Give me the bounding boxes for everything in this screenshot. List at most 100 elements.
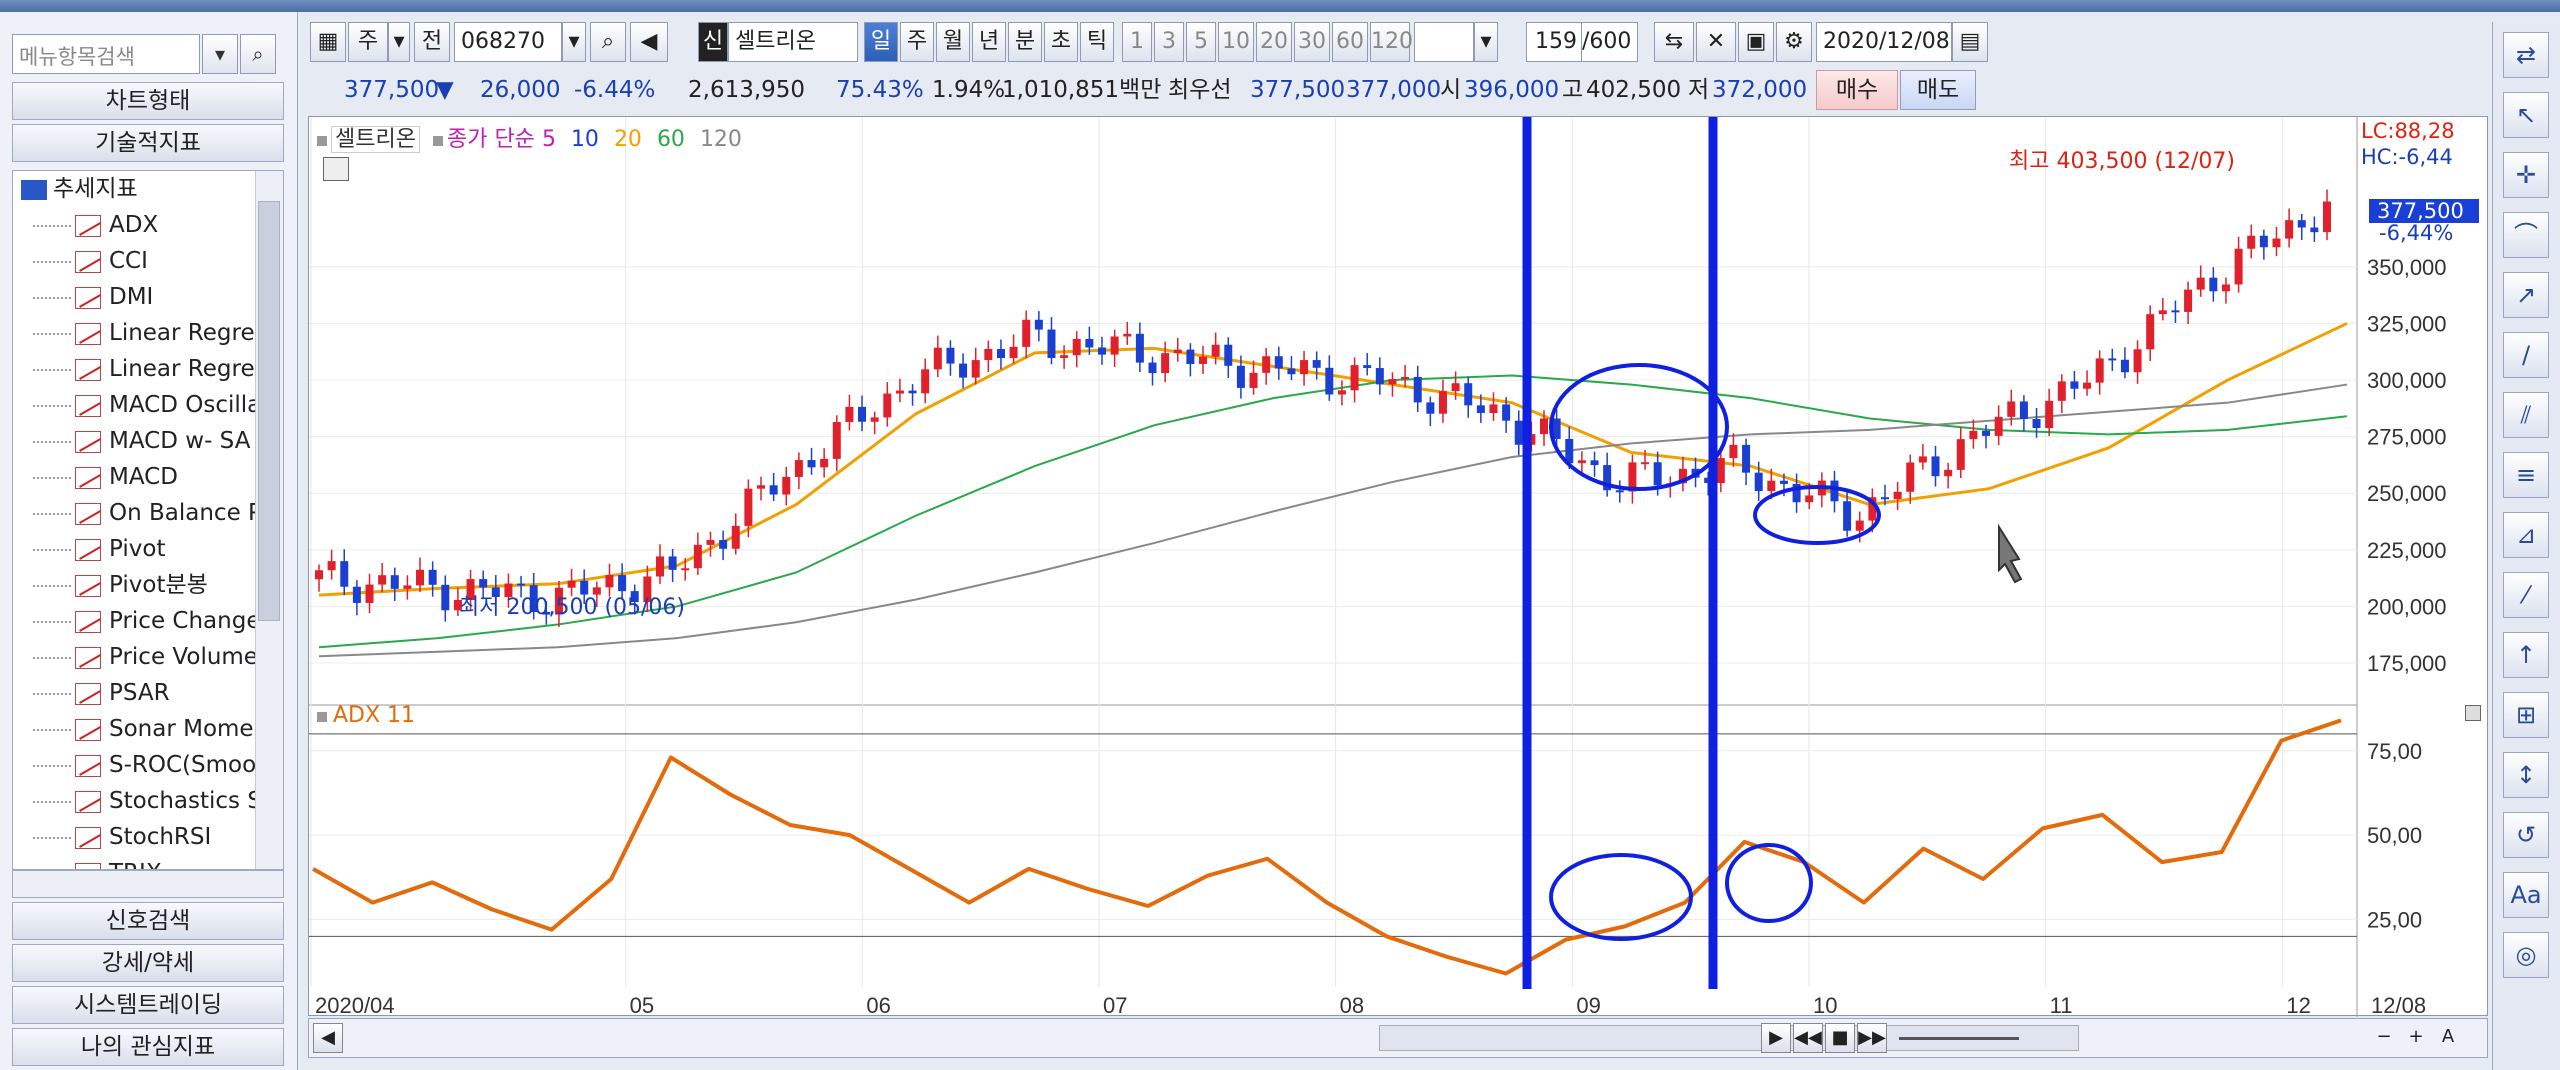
tree-item[interactable]: S-ROC(Smoo xyxy=(13,747,263,783)
text-a-icon[interactable]: A xyxy=(2433,1023,2463,1053)
save-icon[interactable]: ▣ xyxy=(1738,22,1774,62)
x-tick-label: 12 xyxy=(2286,993,2310,1017)
play-icon[interactable]: ▶ xyxy=(1761,1023,1791,1053)
zoom-plus-icon[interactable]: + xyxy=(2401,1023,2431,1053)
cross-icon[interactable]: ⇄ xyxy=(2503,32,2549,78)
dropdown-icon[interactable]: ▾ xyxy=(202,34,238,74)
tree-item[interactable]: CCI xyxy=(13,243,263,279)
globe-icon[interactable]: ◎ xyxy=(2503,932,2549,978)
num-30[interactable]: 30 xyxy=(1294,22,1330,62)
compare-icon[interactable]: ✕ xyxy=(1696,22,1736,62)
interval-tick[interactable]: 틱 xyxy=(1080,22,1114,62)
panel-close-icon[interactable] xyxy=(2465,705,2481,721)
tree-item[interactable]: MACD xyxy=(13,459,263,495)
tree-item[interactable]: PSAR xyxy=(13,675,263,711)
stock-code-input[interactable]: 068270 xyxy=(454,22,562,62)
interval-year[interactable]: 년 xyxy=(972,22,1006,62)
table-icon[interactable] xyxy=(323,157,349,181)
num-120[interactable]: 120 xyxy=(1370,22,1413,62)
strength-button[interactable]: 강세/약세 xyxy=(12,944,284,982)
chart-area[interactable]: 350,000 325,000 300,000 275,000 250,000 225,0… xyxy=(308,116,2489,1017)
tree-item[interactable]: Price Change xyxy=(13,603,263,639)
line-icon[interactable]: ⌒ xyxy=(2503,212,2549,258)
forward-icon[interactable]: ▶▶ xyxy=(1857,1023,1887,1053)
signal-search-button[interactable]: 신호검색 xyxy=(12,902,284,940)
reset-icon[interactable]: ↺ xyxy=(2503,812,2549,858)
interval-month[interactable]: 월 xyxy=(936,22,970,62)
tree-item[interactable]: ADX xyxy=(13,207,263,243)
chart-type-header[interactable]: 차트형태 xyxy=(12,82,284,120)
text-icon[interactable]: Aa xyxy=(2503,872,2549,918)
tree-item[interactable]: Pivot분봉 xyxy=(13,567,263,603)
stock-name-field[interactable]: 셀트리온 xyxy=(728,22,858,62)
tree-item[interactable]: DMI xyxy=(13,279,263,315)
num-1[interactable]: 1 xyxy=(1122,22,1152,62)
gann-icon[interactable]: ⊿ xyxy=(2503,512,2549,558)
custom-dropdown-icon[interactable]: ▾ xyxy=(1474,22,1498,62)
sell-button[interactable]: 매도 xyxy=(1900,70,1976,110)
num-60[interactable]: 60 xyxy=(1332,22,1368,62)
zoom-slider[interactable] xyxy=(1899,1037,2019,1040)
tree-item[interactable]: Pivot xyxy=(13,531,263,567)
ray-icon[interactable]: / xyxy=(2503,332,2549,378)
search-icon[interactable]: ⌕ xyxy=(240,34,276,74)
tree-item[interactable]: Price Volume xyxy=(13,639,263,675)
tree-connector xyxy=(33,728,71,731)
tree-scroll-thumb[interactable] xyxy=(258,201,280,621)
arrow-icon[interactable]: ↑ xyxy=(2503,632,2549,678)
period-button[interactable]: 주 xyxy=(348,22,388,62)
chart-scroll-nav[interactable]: ◀ ▶ ◀◀ ■ ▶▶ − + A xyxy=(308,1018,2488,1058)
legend-square-icon xyxy=(317,136,327,146)
tree-item[interactable]: TRIX xyxy=(13,855,263,869)
chart-svg[interactable]: 350,000 325,000 300,000 275,000 250,000 225,0… xyxy=(309,117,2489,1017)
gear-icon[interactable]: ⚙ xyxy=(1776,22,1812,62)
num-10[interactable]: 10 xyxy=(1218,22,1254,62)
prev-button[interactable]: 전 xyxy=(414,22,450,62)
period-dropdown-icon[interactable]: ▾ xyxy=(388,22,410,62)
tree-hscrollbar[interactable] xyxy=(12,870,284,898)
grid-icon[interactable]: ⊞ xyxy=(2503,692,2549,738)
system-trading-button[interactable]: 시스템트레이딩 xyxy=(12,986,284,1024)
code-dropdown-icon[interactable]: ▾ xyxy=(562,22,586,62)
interval-week[interactable]: 주 xyxy=(900,22,934,62)
measure-icon[interactable]: ↕ xyxy=(2503,752,2549,798)
date-input[interactable]: 2020/12/08 xyxy=(1816,22,1952,62)
tree-root-trend[interactable]: 추세지표 xyxy=(21,171,138,207)
scroll-left-icon[interactable]: ◀ xyxy=(313,1023,343,1053)
interval-minute[interactable]: 분 xyxy=(1008,22,1042,62)
tree-item[interactable]: StochRSI xyxy=(13,819,263,855)
crosshair-icon[interactable]: ✛ xyxy=(2503,152,2549,198)
technical-indicator-header[interactable]: 기술적지표 xyxy=(12,124,284,162)
num-5[interactable]: 5 xyxy=(1186,22,1216,62)
tree-item[interactable]: MACD Oscilla xyxy=(13,387,263,423)
pointer-icon[interactable]: ↖ xyxy=(2503,92,2549,138)
num-3[interactable]: 3 xyxy=(1154,22,1184,62)
rewind-icon[interactable]: ◀◀ xyxy=(1793,1023,1823,1053)
count-input[interactable]: 159 xyxy=(1526,22,1582,62)
fan-icon[interactable]: ⁄ xyxy=(2503,572,2549,618)
tree-item[interactable]: MACD w- SA xyxy=(13,423,263,459)
my-indicators-button[interactable]: 나의 관심지표 xyxy=(12,1028,284,1066)
channel-icon[interactable]: ⫽ xyxy=(2503,392,2549,438)
tree-item[interactable]: Linear Regres xyxy=(13,351,263,387)
tree-item[interactable]: Linear Regres xyxy=(13,315,263,351)
fib-icon[interactable]: ≡ xyxy=(2503,452,2549,498)
tree-item[interactable]: On Balance P xyxy=(13,495,263,531)
buy-button[interactable]: 매수 xyxy=(1816,70,1898,110)
num-20[interactable]: 20 xyxy=(1256,22,1292,62)
trend-icon[interactable]: ↗ xyxy=(2503,272,2549,318)
tree-item[interactable]: Sonar Momer xyxy=(13,711,263,747)
interval-day[interactable]: 일 xyxy=(864,22,898,62)
zoom-minus-icon[interactable]: − xyxy=(2369,1023,2399,1053)
zoom-icon[interactable]: ⇆ xyxy=(1654,22,1694,62)
stop-icon[interactable]: ■ xyxy=(1825,1023,1855,1053)
tree-scrollbar[interactable] xyxy=(255,171,283,869)
search-icon[interactable]: ⌕ xyxy=(590,22,626,62)
interval-second[interactable]: 초 xyxy=(1044,22,1078,62)
layout-icon[interactable]: ▦ xyxy=(310,22,346,62)
tree-item[interactable]: Stochastics S xyxy=(13,783,263,819)
speaker-icon[interactable]: ◀ xyxy=(630,22,668,62)
custom-period-input[interactable] xyxy=(1414,22,1474,62)
calendar-icon[interactable]: ▤ xyxy=(1952,22,1988,62)
menu-search-input[interactable]: 메뉴항목검색 xyxy=(12,34,200,74)
